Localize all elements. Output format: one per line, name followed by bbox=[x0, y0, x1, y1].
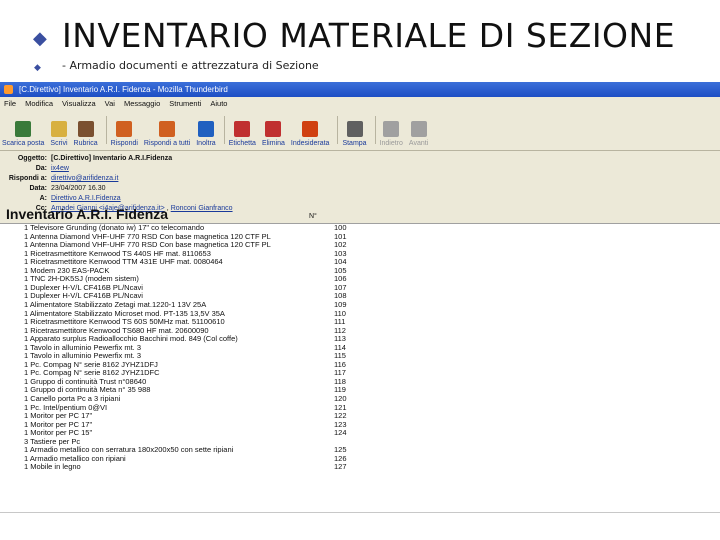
date-label: Data: bbox=[29, 185, 47, 192]
replyto-label: Rispondi a: bbox=[8, 175, 47, 182]
menu-vai[interactable]: Vai bbox=[105, 99, 115, 108]
inventory-title: Inventario A.R.I. Fidenza bbox=[6, 206, 169, 222]
toolbar-label: Scrivi bbox=[50, 140, 68, 147]
reply-button[interactable]: Rispondi bbox=[111, 121, 138, 150]
toolbar-label: Rubrica bbox=[73, 140, 98, 147]
date-value: 23/04/2007 16.30 bbox=[51, 185, 106, 192]
download-mail-icon bbox=[15, 121, 32, 137]
forward-arrow-button[interactable]: Avanti bbox=[409, 121, 428, 150]
toolbar-label: Rispondi bbox=[110, 140, 138, 147]
header-date-row: Data: 23/04/2007 16.30 bbox=[0, 185, 106, 192]
menu-messaggio[interactable]: Messaggio bbox=[124, 99, 160, 108]
toolbar-label: Elimina bbox=[261, 140, 285, 147]
menu-bar: File Modifica Visualizza Vai Messaggio S… bbox=[0, 97, 720, 110]
print-button[interactable]: Stampa bbox=[342, 121, 367, 150]
address-book-icon bbox=[77, 121, 94, 137]
to-label: A: bbox=[39, 195, 47, 202]
header-from-row: Da: ix4ew bbox=[0, 165, 69, 172]
delete-button[interactable]: Elimina bbox=[262, 121, 285, 150]
slide-title: INVENTARIO MATERIALE DI SEZIONE bbox=[62, 16, 676, 55]
slide-subbullet-icon: ◆ bbox=[34, 62, 41, 72]
reply-all-button[interactable]: Rispondi a tutti bbox=[144, 121, 190, 150]
message-body: Inventario A.R.I. Fidenza N° 1 Televisor… bbox=[0, 203, 720, 512]
forward-arrow-icon bbox=[410, 121, 427, 137]
compose-button[interactable]: Scrivi bbox=[50, 121, 68, 150]
back-icon bbox=[383, 121, 400, 137]
toolbar-label: Etichetta bbox=[228, 140, 256, 147]
subject-label: Oggetto: bbox=[17, 155, 47, 162]
window-titlebar: [C.Direttivo] Inventario A.R.I. Fidenza … bbox=[0, 82, 720, 97]
menu-strumenti[interactable]: Strumenti bbox=[169, 99, 201, 108]
thunderbird-window: [C.Direttivo] Inventario A.R.I. Fidenza … bbox=[0, 82, 720, 512]
mail-toolbar: Scarica posta Scrivi Rubrica Rispondi Rispon… bbox=[0, 110, 720, 151]
address-book-button[interactable]: Rubrica bbox=[74, 121, 98, 150]
slide-divider bbox=[0, 512, 720, 513]
to-link[interactable]: Direttivo A.R.I.Fidenza bbox=[51, 195, 121, 202]
inventory-number: 127 bbox=[334, 462, 347, 472]
tag-button[interactable]: Etichetta bbox=[229, 121, 256, 150]
from-label: Da: bbox=[35, 165, 47, 172]
junk-icon bbox=[302, 121, 319, 137]
toolbar-label: Indietro bbox=[379, 140, 403, 147]
menu-visualizza[interactable]: Visualizza bbox=[62, 99, 96, 108]
header-subject-row: Oggetto: [C.Direttivo] Inventario A.R.I.… bbox=[0, 155, 172, 162]
toolbar-label: Stampa bbox=[342, 140, 367, 147]
slide-subtitle: - Armadio documenti e attrezzatura di Se… bbox=[62, 59, 319, 72]
slide-bullet-icon: ◆ bbox=[33, 28, 47, 48]
back-button[interactable]: Indietro bbox=[380, 121, 403, 150]
reply-all-icon bbox=[159, 121, 176, 137]
replyto-link[interactable]: direttivo@arifidenza.it bbox=[51, 175, 118, 182]
toolbar-label: Scarica posta bbox=[2, 140, 45, 147]
subject-value: [C.Direttivo] Inventario A.R.I.Fidenza bbox=[51, 155, 173, 162]
window-title: [C.Direttivo] Inventario A.R.I. Fidenza … bbox=[19, 85, 228, 94]
header-to-row: A: Direttivo A.R.I.Fidenza bbox=[0, 195, 121, 202]
print-icon bbox=[346, 121, 363, 137]
toolbar-separator bbox=[223, 116, 225, 144]
delete-icon bbox=[265, 121, 282, 137]
menu-aiuto[interactable]: Aiuto bbox=[210, 99, 227, 108]
toolbar-label: Avanti bbox=[408, 140, 429, 147]
compose-icon bbox=[50, 121, 67, 137]
reply-icon bbox=[116, 121, 133, 137]
junk-button[interactable]: Indesiderata bbox=[290, 121, 330, 150]
inventory-item: 1 Mobile in legno bbox=[24, 462, 81, 472]
menu-modifica[interactable]: Modifica bbox=[25, 99, 53, 108]
number-column-header: N° bbox=[309, 213, 317, 220]
toolbar-separator bbox=[374, 116, 376, 144]
download-mail-button[interactable]: Scarica posta bbox=[2, 121, 44, 150]
toolbar-separator bbox=[337, 116, 339, 144]
header-replyto-row: Rispondi a: direttivo@arifidenza.it bbox=[0, 175, 119, 182]
toolbar-separator bbox=[105, 116, 107, 144]
forward-button[interactable]: Inoltra bbox=[196, 121, 216, 150]
inventory-number: 124 bbox=[334, 428, 347, 438]
thunderbird-app-icon bbox=[4, 85, 13, 94]
toolbar-label: Indesiderata bbox=[290, 140, 330, 147]
forward-icon bbox=[197, 121, 214, 137]
from-link[interactable]: ix4ew bbox=[51, 165, 69, 172]
menu-file[interactable]: File bbox=[4, 99, 16, 108]
toolbar-label: Rispondi a tutti bbox=[143, 140, 191, 147]
toolbar-label: Inoltra bbox=[196, 140, 216, 147]
tag-icon bbox=[234, 121, 251, 137]
